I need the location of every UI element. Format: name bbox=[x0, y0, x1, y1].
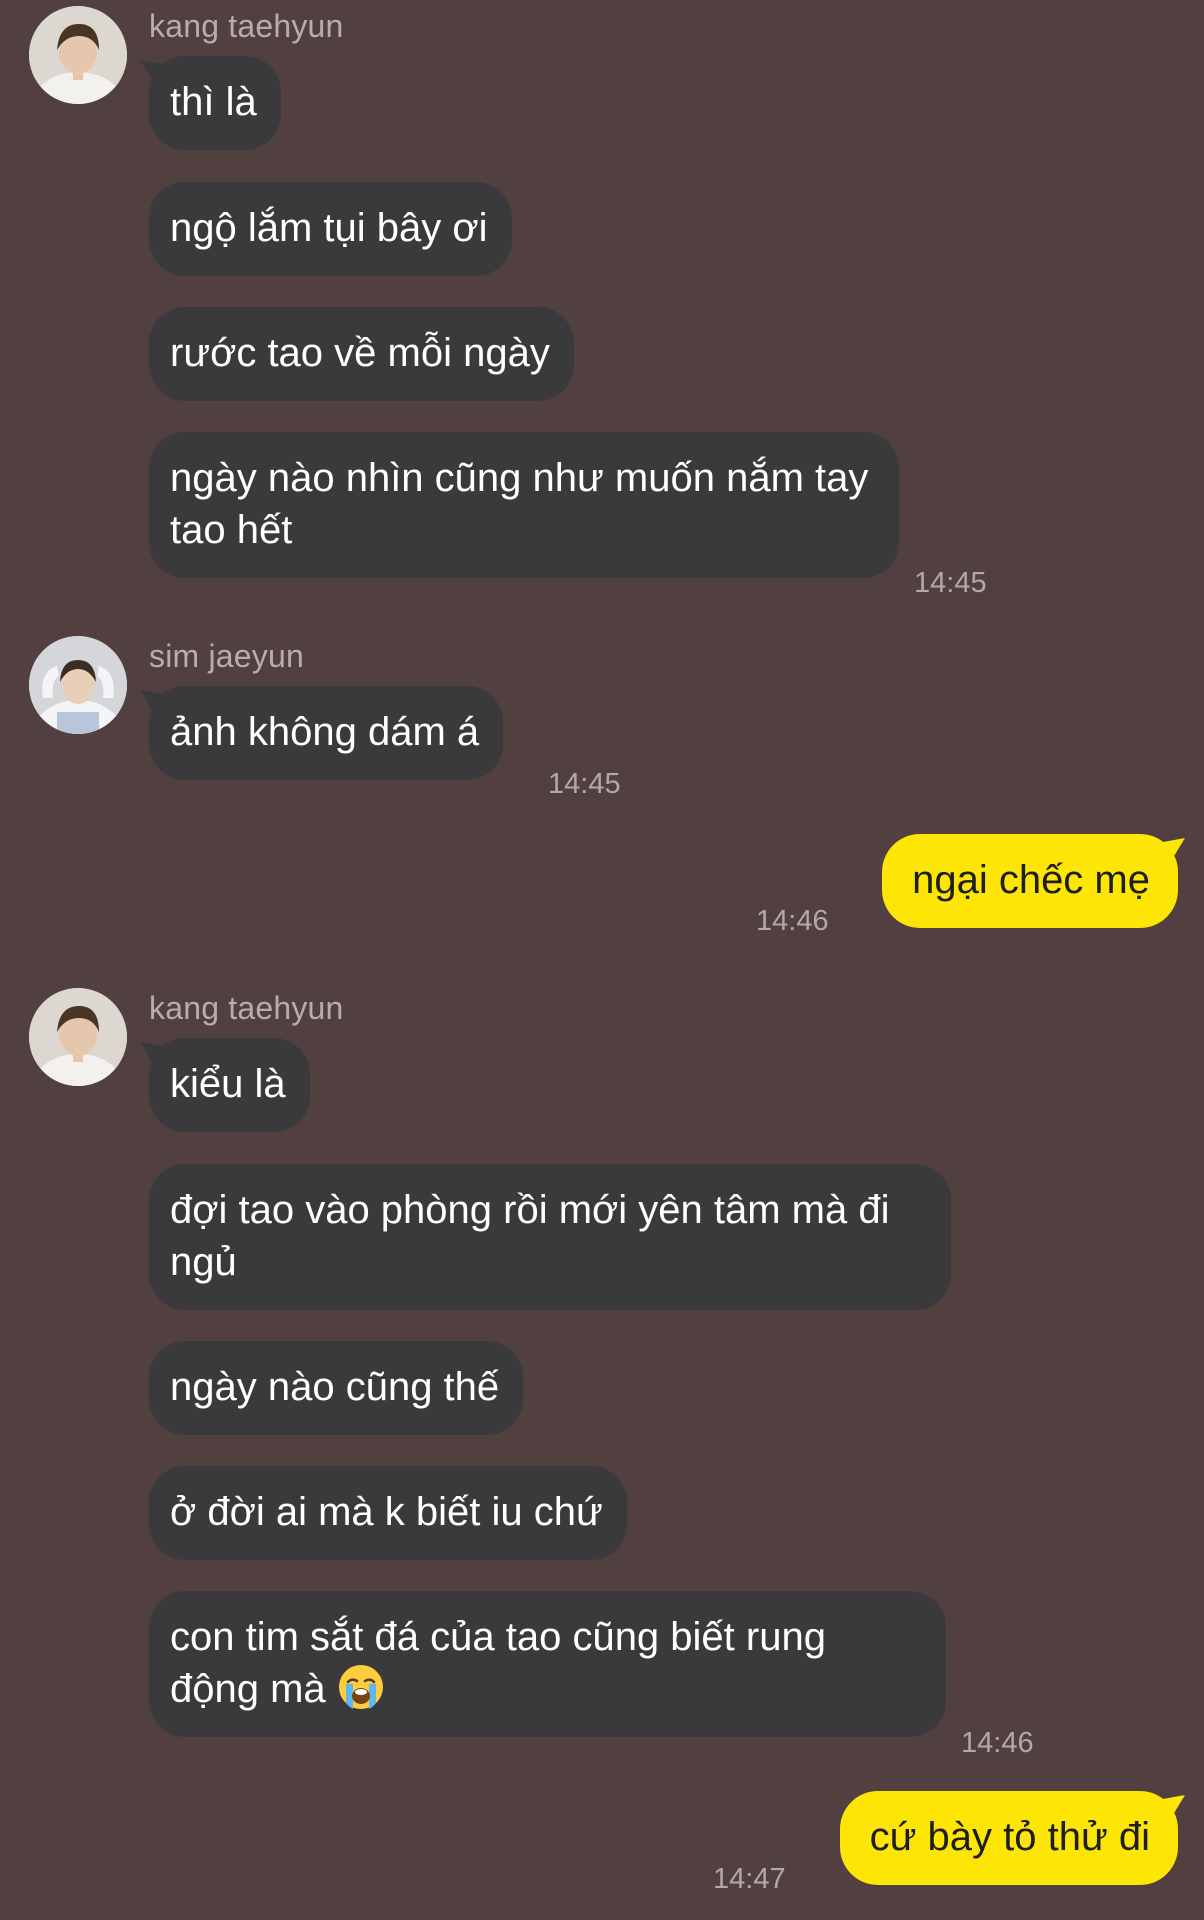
avatar-kang-taehyun[interactable] bbox=[29, 6, 127, 104]
message-timestamp: 14:47 bbox=[713, 1863, 786, 1895]
message-bubble[interactable]: ngộ lắm tụi bây ơi bbox=[149, 182, 512, 276]
message-timestamp: 14:46 bbox=[756, 905, 829, 937]
message-bubble[interactable]: con tim sắt đá của tao cũng biết rung độ… bbox=[149, 1591, 946, 1737]
bubble-tail bbox=[1163, 838, 1185, 858]
message-bubble[interactable]: ở đời ai mà k biết iu chứ bbox=[149, 1466, 627, 1560]
loudly-crying-face-icon bbox=[337, 1663, 385, 1711]
message-bubble-outgoing[interactable]: cứ bày tỏ thử đi bbox=[839, 1791, 1178, 1885]
message-bubble[interactable]: ảnh không dám á bbox=[149, 686, 504, 780]
bubble-tail bbox=[1163, 1795, 1185, 1815]
avatar-sim-jaeyun[interactable] bbox=[29, 636, 127, 734]
message-timestamp: 14:46 bbox=[961, 1727, 1034, 1759]
message-bubble[interactable]: kiểu là bbox=[149, 1038, 310, 1132]
sender-name: kang taehyun bbox=[149, 8, 344, 44]
message-bubble[interactable]: đợi tao vào phòng rồi mới yên tâm mà đi … bbox=[149, 1164, 951, 1310]
message-bubble[interactable]: rước tao về mỗi ngày bbox=[149, 307, 574, 401]
message-bubble[interactable]: ngày nào cũng thế bbox=[149, 1341, 524, 1435]
message-bubble-outgoing[interactable]: ngại chếc mẹ bbox=[882, 834, 1178, 928]
message-timestamp: 14:45 bbox=[914, 567, 987, 599]
avatar-kang-taehyun[interactable] bbox=[29, 988, 127, 1086]
message-timestamp: 14:45 bbox=[548, 768, 621, 800]
message-bubble[interactable]: ngày nào nhìn cũng như muốn nắm tay tao … bbox=[149, 432, 899, 578]
sender-name: sim jaeyun bbox=[149, 638, 304, 674]
message-text: con tim sắt đá của tao cũng biết rung độ… bbox=[170, 1615, 826, 1711]
sender-name: kang taehyun bbox=[149, 990, 344, 1026]
message-bubble[interactable]: thì là bbox=[149, 56, 281, 150]
